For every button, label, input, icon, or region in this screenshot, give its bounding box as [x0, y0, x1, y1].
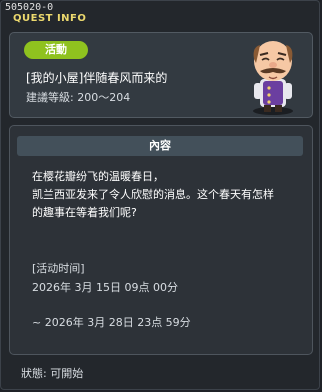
event-start-time: 2026年 3月 15日 09点 00分 — [32, 281, 178, 294]
quest-summary-panel: 活動 [我的小屋]伴随春风而来的 建議等級: 200～204 — [9, 32, 313, 118]
quest-content-panel: 內容 在樱花瓣纷飞的温暖春日， 凯兰西亚发来了令人欣慰的消息。这个春天有怎样 的… — [9, 125, 313, 355]
recommended-level: 建議等級: 200～204 — [26, 91, 131, 104]
quest-description: 在樱花瓣纷飞的温暖春日， 凯兰西亚发来了令人欣慰的消息。这个春天有怎样 的趣事在… — [32, 168, 304, 222]
event-time-label: [活动时间] — [32, 262, 85, 275]
quest-name: [我的小屋]伴随春风而来的 — [26, 71, 168, 85]
content-header: 內容 — [17, 136, 303, 156]
description-line: 的趣事在等着我们呢? — [32, 206, 137, 219]
event-badge: 活動 — [24, 41, 88, 59]
description-line: 在樱花瓣纷飞的温暖春日， — [32, 170, 164, 183]
event-end-time: ~ 2026年 3月 28日 23点 59分 — [32, 316, 191, 329]
window-title: QUEST INFO — [13, 13, 87, 24]
description-line: 凯兰西亚发来了令人欣慰的消息。这个春天有怎样 — [32, 188, 274, 201]
quest-status: 狀態: 可開始 — [21, 367, 84, 380]
title-bar[interactable]: QUEST INFO — [1, 12, 319, 26]
quest-info-window: 505020-0 QUEST INFO 活動 [我的小屋]伴随春风而来的 建議等… — [0, 0, 320, 390]
npc-portrait-icon — [253, 41, 293, 115]
